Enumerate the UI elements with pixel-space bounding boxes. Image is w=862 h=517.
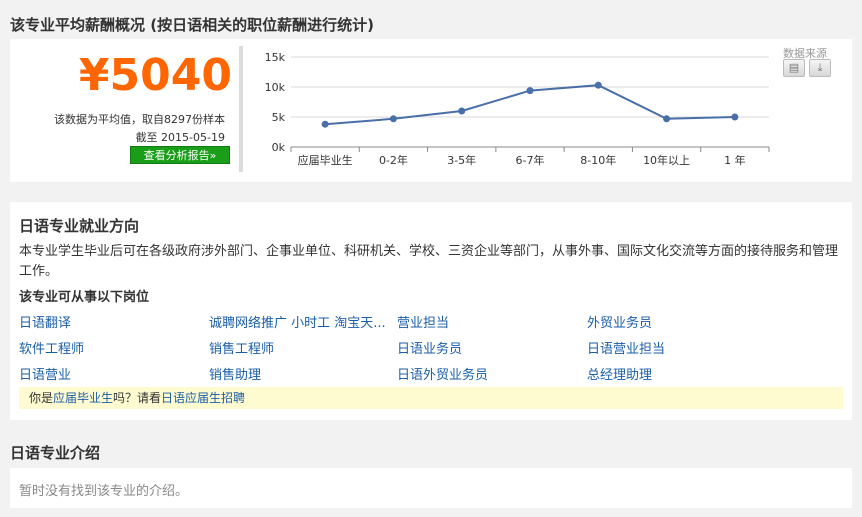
salary-card: ¥5040 该数据为平均值，取自8297份样本 截至 2015-05-19 查看… (10, 39, 852, 182)
graduate-tip: 你是应届毕业生吗？请看日语应届生招聘 (19, 387, 843, 409)
date-note: 截至 2015-05-19 (135, 131, 225, 144)
salary-point[interactable] (663, 115, 671, 123)
y-tick-label: 5k (272, 111, 286, 124)
x-tick-label: 3-5年 (447, 153, 476, 167)
job-link[interactable]: 日语外贸业务员 (397, 364, 488, 383)
intro-text: 暂时没有找到该专业的介绍。 (19, 484, 189, 499)
intro-card: 暂时没有找到该专业的介绍。 (10, 468, 852, 508)
job-link[interactable]: 诚聘网络推广 小时工 淘宝天... (209, 312, 386, 331)
salary-point[interactable] (526, 87, 534, 95)
salary-point[interactable] (389, 115, 397, 123)
salary-series-points (321, 81, 739, 128)
download-icon: ⤓ (817, 61, 823, 74)
vertical-divider (239, 46, 243, 172)
job-link[interactable]: 销售助理 (209, 364, 261, 383)
job-link[interactable]: 软件工程师 (19, 338, 84, 357)
tip-middle: 吗？请看 (113, 391, 162, 405)
posts-title: 该专业可从事以下岗位 (19, 290, 150, 305)
job-link[interactable]: 日语营业 (19, 364, 71, 383)
printer-icon: ▤ (788, 61, 800, 74)
y-tick-label: 15k (265, 51, 286, 64)
x-axis-ticks: 应届毕业生 0-2年 3-5年 6-7年 8-10年 10年以上 1 年 (290, 147, 770, 167)
graduate-link[interactable]: 应届毕业生 (53, 391, 113, 405)
x-tick-label: 应届毕业生 (298, 153, 353, 167)
job-link[interactable]: 日语翻译 (19, 312, 71, 331)
job-link[interactable]: 营业担当 (397, 312, 449, 331)
intro-section-title: 日语专业介绍 (10, 444, 101, 462)
download-button[interactable]: ⤓ (809, 59, 831, 77)
y-axis-ticks: 0k 5k 10k 15k (265, 51, 286, 154)
job-link[interactable]: 日语业务员 (397, 338, 462, 357)
job-link[interactable]: 销售工程师 (209, 338, 274, 357)
direction-section-title: 日语专业就业方向 (19, 217, 140, 235)
sample-note: 该数据为平均值，取自8297份样本 (54, 113, 225, 126)
x-tick-label: 10年以上 (643, 153, 690, 167)
print-button[interactable]: ▤ (783, 59, 805, 77)
y-tick-label: 10k (265, 81, 286, 94)
x-tick-label: 6-7年 (516, 153, 545, 167)
salary-chart: 0k 5k 10k 15k 应届毕业生 0-2年 3-5年 6-7年 8-10年 10年以上 1 … (265, 51, 770, 167)
salary-section-title: 该专业平均薪酬概况 (按日语相关的职位薪酬进行统计) (10, 16, 374, 34)
salary-point[interactable] (731, 113, 739, 121)
direction-card: 日语专业就业方向 本专业学生毕业后可在各级政府涉外部门、企事业单位、科研机关、学… (10, 202, 852, 420)
x-tick-label: 1 年 (724, 153, 746, 167)
graduate-jobs-link[interactable]: 日语应届生招聘 (161, 391, 245, 405)
average-salary-value: ¥5040 (78, 50, 232, 101)
y-tick-label: 0k (272, 141, 286, 154)
tip-prefix: 你是 (29, 391, 54, 405)
view-report-button[interactable]: 查看分析报告» (130, 146, 230, 164)
direction-description: 本专业学生毕业后可在各级政府涉外部门、企事业单位、科研机关、学校、三资企业等部门… (19, 244, 839, 279)
salary-point[interactable] (594, 81, 602, 89)
x-tick-label: 0-2年 (379, 153, 408, 167)
job-link[interactable]: 外贸业务员 (587, 312, 652, 331)
x-tick-label: 8-10年 (580, 153, 616, 167)
job-link[interactable]: 日语营业担当 (587, 338, 665, 357)
job-link[interactable]: 总经理助理 (587, 364, 652, 383)
salary-point[interactable] (321, 120, 329, 128)
chart-grid (291, 56, 769, 148)
salary-point[interactable] (458, 107, 466, 115)
